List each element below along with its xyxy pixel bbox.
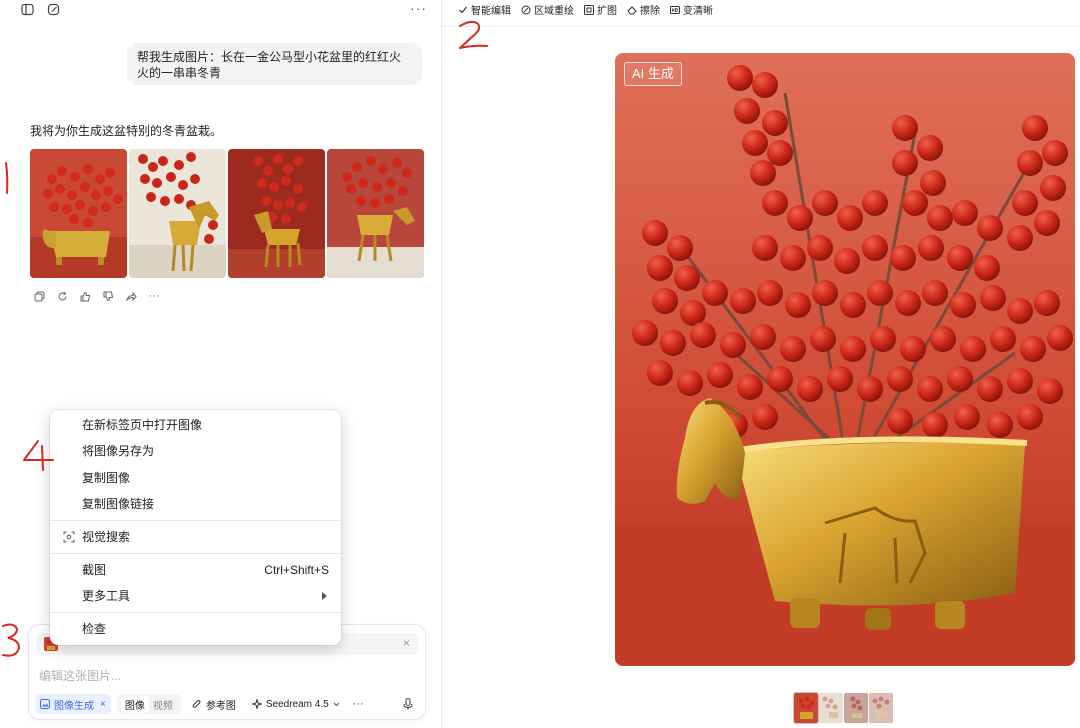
generated-image-4[interactable]: [327, 149, 424, 278]
menu-separator: [50, 520, 341, 521]
menu-item-visual-search[interactable]: 视觉搜索: [82, 528, 130, 546]
media-segment: 图像 视频: [116, 694, 181, 714]
message-actions: ···: [33, 290, 160, 302]
brush-icon: [521, 5, 531, 14]
submenu-arrow-icon: [322, 592, 327, 600]
share-icon[interactable]: [125, 290, 137, 302]
toolbar-divider: [442, 26, 1080, 27]
attachment-close-icon[interactable]: ×: [403, 636, 410, 650]
tool-inpaint-label: 区域重绘: [534, 6, 574, 17]
hd-icon: [670, 5, 680, 14]
visual-search-icon: [63, 531, 75, 543]
menu-item-copy-image[interactable]: 复制图像: [82, 469, 130, 487]
composer-more-button[interactable]: ···: [353, 698, 364, 710]
top-icons: [20, 2, 60, 16]
composer-input[interactable]: 编辑这张图片...: [39, 667, 121, 684]
sidebar-toggle-icon[interactable]: [20, 2, 34, 16]
tool-enhance-label: 变清晰: [683, 6, 713, 17]
segment-image[interactable]: 图像: [120, 695, 149, 713]
ai-generated-badge: AI 生成: [624, 62, 682, 86]
menu-item-more-tools[interactable]: 更多工具: [82, 587, 130, 605]
image-icon: [40, 699, 50, 709]
composer-toolbar: 图像生成 × 图像 视频 参考图 Seedream 4.5 ···: [35, 693, 364, 715]
preview-image[interactable]: AI 生成: [615, 53, 1075, 666]
chat-panel: ··· 帮我生成图片：长在一金公马型小花盆里的红红火火的一串串冬青 我将为你生成…: [0, 0, 441, 728]
tool-inpaint[interactable]: 区域重绘: [521, 2, 574, 17]
eraser-icon: [627, 5, 637, 14]
image-preview-panel: 智能编辑 区域重绘 扩图 擦除 变清晰 AI 生成: [442, 0, 1080, 728]
model-selector[interactable]: Seedream 4.5: [247, 694, 345, 714]
thumbs-up-icon[interactable]: [79, 290, 91, 302]
tool-erase-label: 擦除: [640, 6, 660, 17]
menu-item-copy-image-link[interactable]: 复制图像链接: [82, 495, 154, 513]
context-menu: 在新标签页中打开图像 将图像另存为 复制图像 复制图像链接 视觉搜索 截图 Ct…: [50, 410, 341, 645]
user-message: 帮我生成图片：长在一金公马型小花盆里的红红火火的一串串冬青: [127, 43, 422, 85]
menu-separator: [50, 612, 341, 613]
preview-thumbnail-strip: [793, 692, 893, 724]
more-button[interactable]: ···: [410, 0, 427, 16]
new-chat-icon[interactable]: [46, 2, 60, 16]
tool-smart-edit[interactable]: 智能编辑: [458, 2, 511, 17]
segment-video[interactable]: 视频: [149, 696, 177, 713]
tool-enhance[interactable]: 变清晰: [670, 2, 713, 17]
menu-item-screenshot[interactable]: 截图: [82, 561, 106, 579]
generated-images: [30, 149, 424, 278]
image-generation-chip[interactable]: 图像生成 ×: [35, 694, 111, 714]
preview-thumbnail-1[interactable]: [793, 692, 819, 724]
annotation-1: [5, 162, 9, 194]
edit-toolbar: 智能编辑 区域重绘 扩图 擦除 变清晰: [458, 2, 713, 17]
paperclip-icon: [192, 700, 201, 708]
reference-image-button[interactable]: 参考图: [187, 694, 241, 714]
thumbs-down-icon[interactable]: [102, 290, 114, 302]
reference-image-label: 参考图: [205, 700, 236, 712]
annotation-2: [459, 20, 488, 49]
preview-thumbnail-3[interactable]: [844, 693, 868, 723]
menu-item-open-new-tab[interactable]: 在新标签页中打开图像: [82, 416, 202, 434]
model-label: Seedream 4.5: [265, 698, 329, 710]
generated-image-3[interactable]: [228, 149, 325, 278]
copy-icon[interactable]: [33, 290, 45, 302]
image-generation-label: 图像生成: [54, 700, 94, 712]
generated-image-2[interactable]: [129, 149, 226, 278]
microphone-icon[interactable]: [401, 697, 415, 711]
expand-icon: [584, 4, 594, 15]
check-icon: [459, 6, 467, 13]
menu-item-inspect[interactable]: 检查: [82, 620, 106, 638]
more-icon[interactable]: ···: [148, 290, 160, 302]
tool-erase[interactable]: 擦除: [627, 2, 660, 17]
screenshot-shortcut: Ctrl+Shift+S: [264, 563, 329, 577]
annotation-3: [2, 623, 21, 657]
tool-expand[interactable]: 扩图: [584, 2, 617, 17]
assistant-message: 我将为你生成这盆特别的冬青盆栽。: [30, 124, 223, 138]
tool-smart-edit-label: 智能编辑: [471, 6, 511, 17]
preview-thumbnail-4[interactable]: [869, 693, 893, 723]
chevron-down-icon: [333, 702, 340, 706]
berries-in-horse-pot-image: [615, 53, 1075, 666]
menu-item-save-image-as[interactable]: 将图像另存为: [82, 442, 154, 460]
tool-expand-label: 扩图: [597, 6, 617, 17]
menu-separator: [50, 553, 341, 554]
generated-image-1[interactable]: [30, 149, 127, 278]
sparkle-icon: [251, 699, 262, 709]
mode-close-icon[interactable]: ×: [100, 699, 106, 710]
regenerate-icon[interactable]: [56, 290, 68, 302]
preview-thumbnail-2[interactable]: [819, 693, 843, 723]
